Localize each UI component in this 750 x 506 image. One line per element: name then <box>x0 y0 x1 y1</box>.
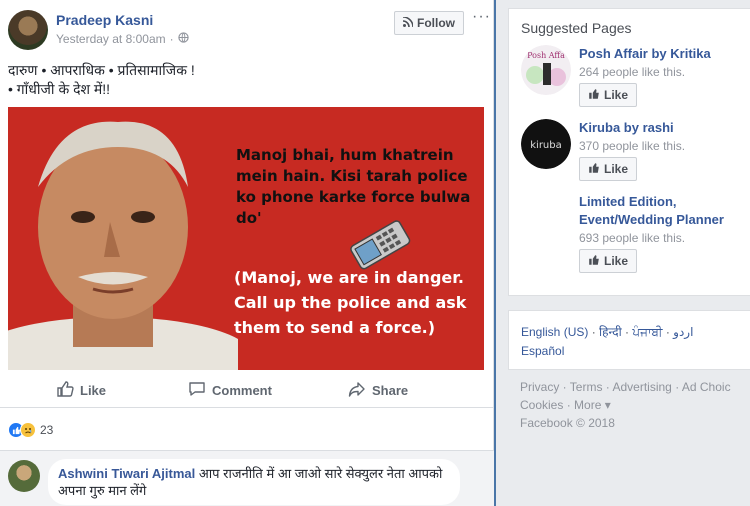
chevron-down-icon[interactable]: ▾ <box>605 398 611 412</box>
separator-dot: · <box>169 32 174 46</box>
like-label: Like <box>603 254 628 268</box>
like-button[interactable]: Like <box>56 380 106 401</box>
sad-reaction-icon <box>20 422 36 438</box>
share-button[interactable]: Share <box>348 380 408 401</box>
quote-line: Call up the police and ask <box>234 293 467 312</box>
author-avatar[interactable] <box>8 10 48 50</box>
thumbs-up-icon <box>588 254 600 269</box>
page-name[interactable]: Kiruba by rashi <box>579 119 750 137</box>
thumbnail-text: kiruba <box>530 140 562 151</box>
quote-line: ko phone karke force bulwa <box>236 188 471 206</box>
page-name[interactable]: Limited Edition, Event/Wedding Planner <box>579 193 750 229</box>
thumbnail-text: Posh Affa <box>527 51 565 60</box>
footer-link[interactable]: Privacy <box>520 380 559 394</box>
language-link[interactable]: اردو <box>673 325 693 339</box>
like-label: Like <box>603 88 628 102</box>
globe-icon <box>177 32 189 46</box>
language-link[interactable]: हिन्दी <box>599 325 622 339</box>
post-meta: Yesterday at 8:00am · <box>56 32 189 46</box>
language-link[interactable]: ਪੰਜਾਬੀ <box>632 325 662 339</box>
quote-line: them to send a force.) <box>234 318 436 337</box>
rss-icon <box>402 16 414 30</box>
page-likes: 693 people like this. <box>579 231 686 245</box>
language-link[interactable]: Español <box>521 344 564 358</box>
share-label: Share <box>372 383 409 398</box>
quote-line: (Manoj, we are in danger. <box>234 268 464 287</box>
copyright: Facebook © 2018 <box>520 416 615 430</box>
reaction-count: 23 <box>40 423 54 437</box>
comments-section: Ashwini Tiwari Ajitmal आप राजनीति में आ … <box>0 450 494 506</box>
more-options-icon[interactable]: ··· <box>472 8 491 26</box>
commenter-avatar[interactable] <box>8 460 40 492</box>
suggested-page-item: kiruba Kiruba by rashi 370 people like t… <box>521 119 750 189</box>
language-selector: English (US) · हिन्दी · ਪੰਜਾਬੀ · اردو Es… <box>508 310 750 370</box>
post-photo[interactable]: Manoj bhai, hum khatrein mein hain. Kisi… <box>8 107 484 370</box>
share-icon <box>348 380 366 401</box>
divider-line <box>494 0 496 506</box>
follow-label: Follow <box>417 16 455 30</box>
comment-icon <box>188 380 206 401</box>
footer-link[interactable]: Cookies <box>520 398 563 412</box>
post-actions: Like Comment Share <box>0 374 494 408</box>
post-text: दारुण • आपराधिक • प्रतिसामाजिक ! • गाँधी… <box>8 62 195 97</box>
page-likes: 370 people like this. <box>579 139 686 153</box>
footer-link[interactable]: Ad Choic <box>682 380 731 394</box>
page-thumbnail[interactable]: Posh Affa <box>521 45 571 95</box>
mobile-phone-icon <box>350 220 411 270</box>
suggested-pages-title: Suggested Pages <box>521 20 632 36</box>
commenter-name[interactable]: Ashwini Tiwari Ajitmal <box>58 466 195 481</box>
language-link[interactable]: English (US) <box>521 325 588 339</box>
footer-link[interactable]: Advertising <box>612 380 671 394</box>
page-like-button[interactable]: Like <box>579 157 637 181</box>
page-like-button[interactable]: Like <box>579 249 637 273</box>
thumbs-up-icon <box>56 380 74 401</box>
suggested-pages-card: Suggested Pages Posh Affa Posh Affair by… <box>508 8 750 296</box>
like-label: Like <box>80 383 107 398</box>
page-thumbnail[interactable]: kiruba <box>521 119 571 169</box>
comment-bubble: Ashwini Tiwari Ajitmal आप राजनीति में आ … <box>48 459 460 505</box>
footer-link[interactable]: More <box>574 398 601 412</box>
quote-line: Manoj bhai, hum khatrein <box>236 146 454 164</box>
thumbs-up-icon <box>588 88 600 103</box>
follow-button[interactable]: Follow <box>394 11 464 35</box>
page-like-button[interactable]: Like <box>579 83 637 107</box>
comment-button[interactable]: Comment <box>188 380 272 401</box>
post-timestamp[interactable]: Yesterday at 8:00am <box>56 32 166 46</box>
suggested-page-item: Posh Affa Posh Affair by Kritika 264 peo… <box>521 45 750 115</box>
reactions-summary[interactable]: 23 <box>8 422 53 438</box>
thumbs-up-icon <box>588 162 600 177</box>
footer-link[interactable]: Terms <box>570 380 603 394</box>
footer-links: Privacy · Terms · Advertising · Ad Choic… <box>520 378 750 432</box>
quote-english: (Manoj, we are in danger. Call up the po… <box>234 265 466 340</box>
quote-line: mein hain. Kisi tarah police <box>236 167 468 185</box>
man-portrait <box>8 121 238 370</box>
author-name[interactable]: Pradeep Kasni <box>56 12 153 28</box>
comment-label: Comment <box>212 383 272 398</box>
quote-hinglish: Manoj bhai, hum khatrein mein hain. Kisi… <box>236 145 470 229</box>
post-card: Pradeep Kasni Yesterday at 8:00am · Foll… <box>0 0 494 506</box>
like-label: Like <box>603 162 628 176</box>
page-name[interactable]: Posh Affair by Kritika <box>579 45 750 63</box>
suggested-page-item: Limited Edition, Event/Wedding Planner 6… <box>521 193 750 283</box>
page-likes: 264 people like this. <box>579 65 686 79</box>
